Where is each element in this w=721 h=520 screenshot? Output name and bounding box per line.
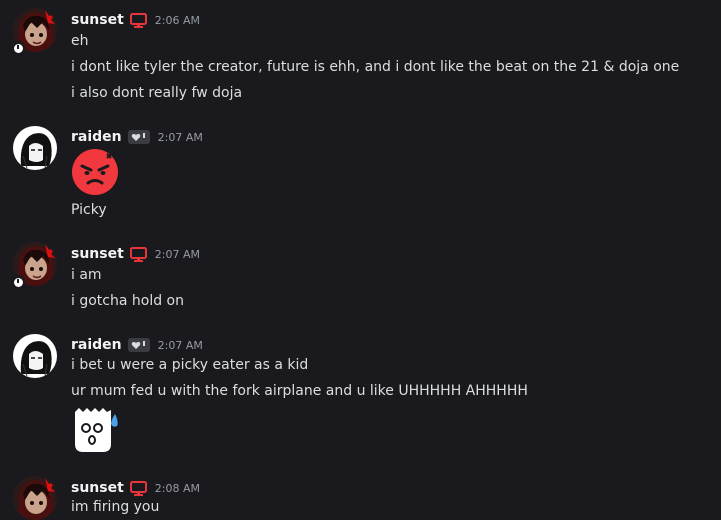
message-header: raiden 2:07 AM [71,335,203,355]
message-text: ur mum fed u with the fork airplane and … [71,383,528,399]
timestamp: 2:07 AM [157,130,203,144]
avatar[interactable] [13,334,57,378]
timestamp: 2:08 AM [154,481,201,495]
heart-badge-icon [127,130,150,144]
message-text: i gotcha hold on [71,293,184,309]
nervous-ghost-emoji[interactable] [71,408,121,458]
message-header: raiden 2:07 AM [71,127,203,147]
timestamp: 2:07 AM [157,338,203,352]
message-header: sunset 2:08 AM [71,478,200,498]
message-text: i dont like tyler the creator, future is… [71,59,680,75]
username[interactable]: raiden [71,129,122,145]
message-text: i am [71,267,102,283]
monitor-icon [129,480,147,496]
avatar[interactable] [13,476,57,520]
username[interactable]: raiden [71,337,122,353]
status-indicator [11,275,25,289]
message-text: i bet u were a picky eater as a kid [71,357,309,373]
message-text: Picky [71,202,107,218]
timestamp: 2:07 AM [154,247,201,261]
message-header: sunset 2:07 AM [71,244,200,264]
message-text: im firing you [71,499,160,515]
message-group: raiden 2:07 AM i bet u were a picky eate… [0,332,721,462]
username[interactable]: sunset [71,12,124,28]
message-group: raiden 2:07 AM Picky [0,124,721,224]
username[interactable]: sunset [71,480,124,496]
status-indicator [11,41,25,55]
timestamp: 2:06 AM [154,13,201,27]
avatar[interactable] [13,126,57,170]
username[interactable]: sunset [71,246,124,262]
heart-badge-icon [127,338,150,352]
monitor-icon [129,12,147,28]
message-group: sunset 2:08 AM im firing you [0,476,721,520]
message-text: i also dont really fw doja [71,85,243,101]
monitor-icon [129,246,147,262]
message-text: eh [71,33,89,49]
message-group: sunset 2:07 AM i am i gotcha hold on [0,242,721,312]
message-group: sunset 2:06 AM eh i dont like tyler the … [0,8,721,108]
message-header: sunset 2:06 AM [71,10,200,30]
angry-face-emoji[interactable] [71,148,119,200]
